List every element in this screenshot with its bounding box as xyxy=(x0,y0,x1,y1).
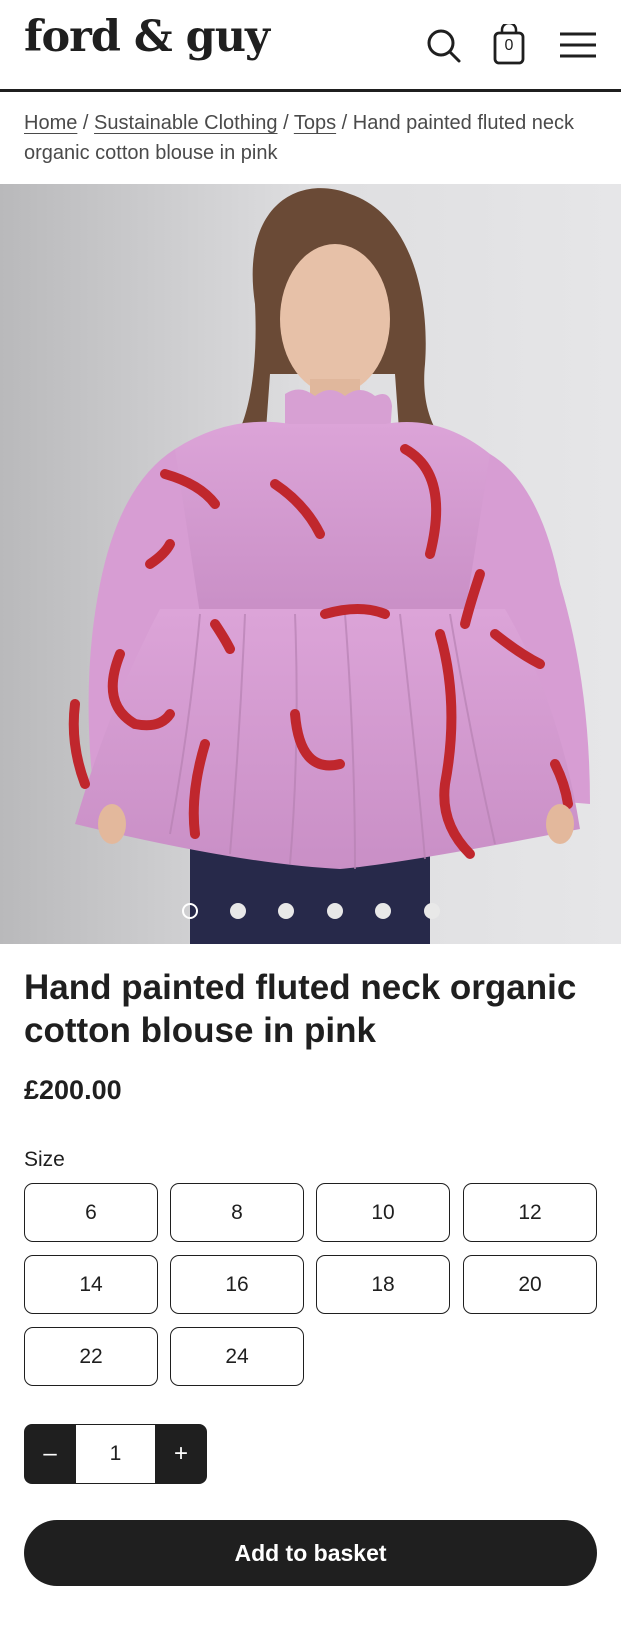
product-price: £200.00 xyxy=(24,1075,122,1105)
product-photo xyxy=(0,184,621,944)
gallery-pagination xyxy=(0,901,621,921)
size-option-10[interactable]: 10 xyxy=(316,1183,450,1242)
breadcrumb-separator: / xyxy=(82,112,95,134)
gallery-dot[interactable] xyxy=(327,903,343,919)
gallery-dot[interactable] xyxy=(278,903,294,919)
product-title: Hand painted fluted neck organic cotton … xyxy=(24,968,577,1050)
breadcrumb-separator: / xyxy=(341,112,353,134)
quantity-increase-button[interactable]: + xyxy=(155,1424,207,1484)
size-option-20[interactable]: 20 xyxy=(463,1255,597,1314)
breadcrumb: Home / Sustainable Clothing / Tops / Han… xyxy=(24,108,604,168)
quantity-input[interactable]: 1 xyxy=(76,1425,155,1483)
site-logo[interactable]: ford & guy xyxy=(24,12,270,62)
gallery-dot[interactable] xyxy=(375,903,391,919)
size-label: Size xyxy=(24,1148,65,1171)
basket-count: 0 xyxy=(504,37,514,54)
size-option-18[interactable]: 18 xyxy=(316,1255,450,1314)
size-option-24[interactable]: 24 xyxy=(170,1327,304,1386)
breadcrumb-link-tops[interactable]: Tops xyxy=(294,112,336,134)
gallery-dot[interactable] xyxy=(424,903,440,919)
size-option-12[interactable]: 12 xyxy=(463,1183,597,1242)
size-option-22[interactable]: 22 xyxy=(24,1327,158,1386)
product-image-gallery[interactable] xyxy=(0,184,621,944)
menu-icon[interactable] xyxy=(558,24,598,66)
gallery-dot-active[interactable] xyxy=(182,903,198,919)
search-icon[interactable] xyxy=(424,24,464,66)
gallery-dot[interactable] xyxy=(230,903,246,919)
breadcrumb-link-sustainable-clothing[interactable]: Sustainable Clothing xyxy=(94,112,277,134)
size-option-8[interactable]: 8 xyxy=(170,1183,304,1242)
site-header: ford & guy 0 xyxy=(0,0,621,92)
add-to-basket-button[interactable]: Add to basket xyxy=(24,1520,597,1586)
breadcrumb-separator: / xyxy=(283,112,294,134)
size-option-16[interactable]: 16 xyxy=(170,1255,304,1314)
quantity-decrease-button[interactable]: – xyxy=(24,1424,76,1484)
quantity-stepper: – 1 + xyxy=(24,1424,207,1484)
size-option-14[interactable]: 14 xyxy=(24,1255,158,1314)
size-option-6[interactable]: 6 xyxy=(24,1183,158,1242)
basket-icon[interactable]: 0 xyxy=(489,21,529,66)
breadcrumb-link-home[interactable]: Home xyxy=(24,112,77,134)
